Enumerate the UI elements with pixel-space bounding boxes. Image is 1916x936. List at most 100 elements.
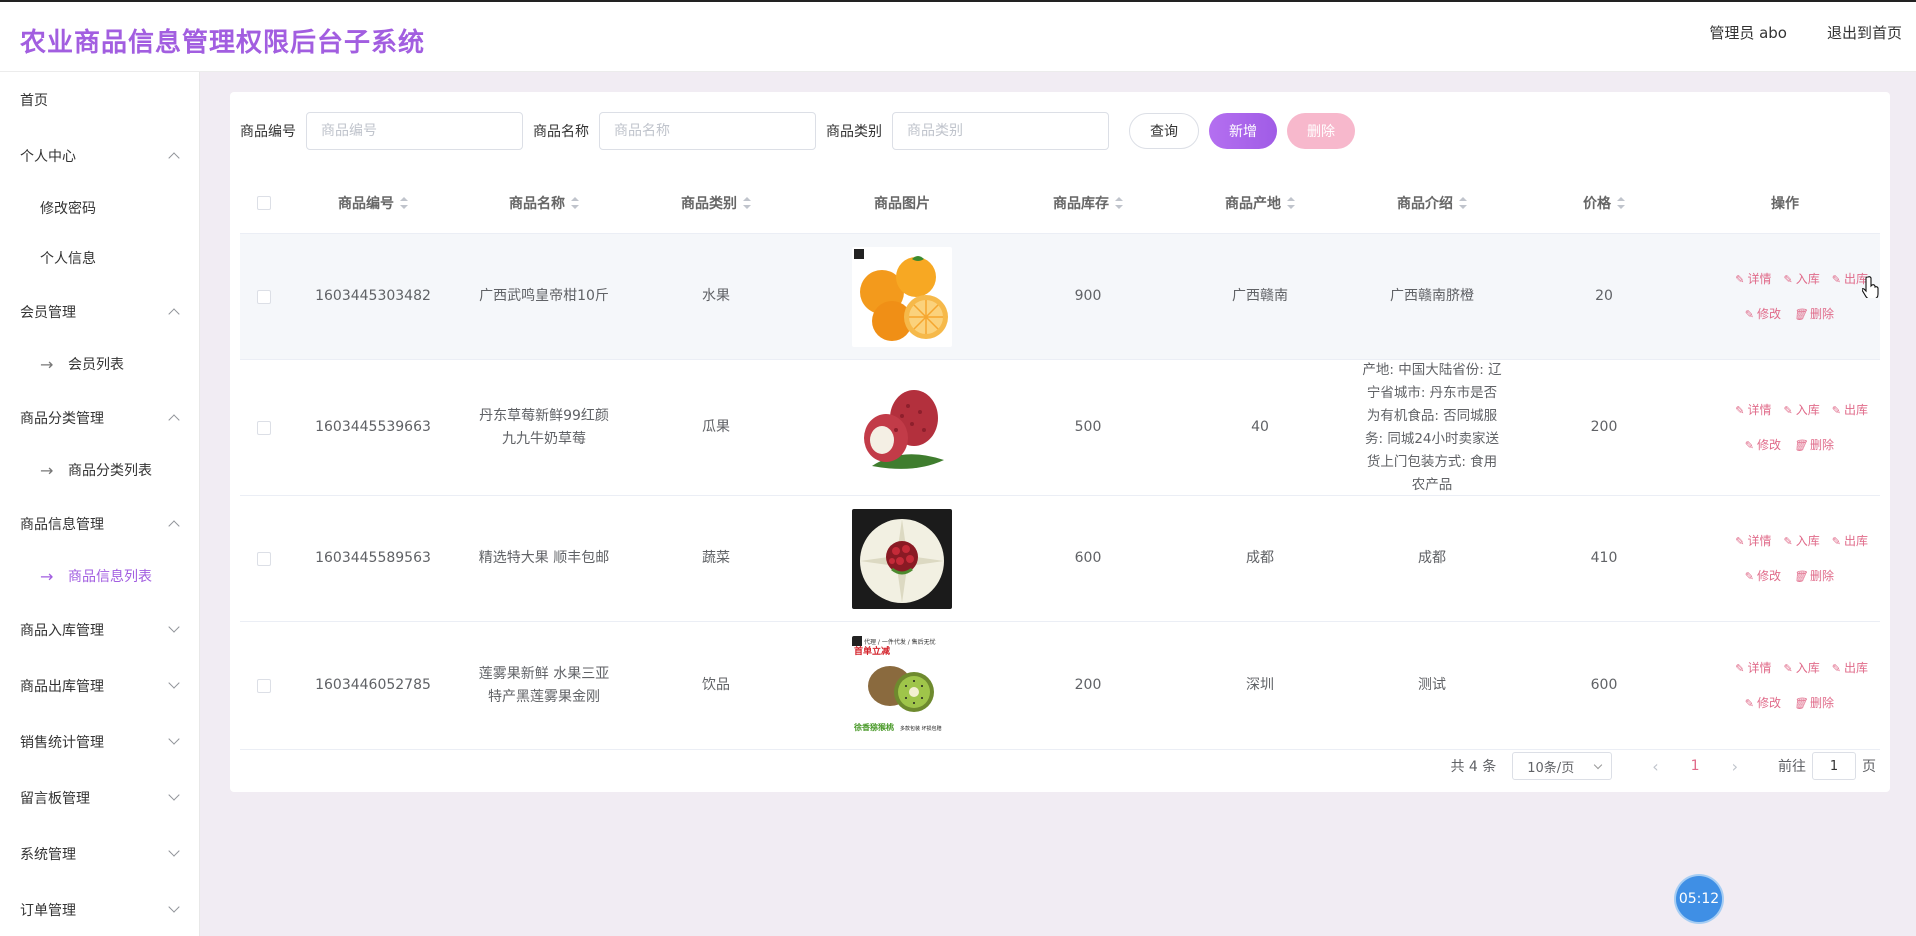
sidebar-item-board-mgmt[interactable]: 留言板管理	[0, 778, 200, 818]
edit-pen-icon: ✎	[1831, 661, 1841, 675]
inbound-button[interactable]: ✎ 入库	[1784, 530, 1820, 553]
kiwi-banner-top: 代理 / 一件代发 / 售后无忧	[864, 638, 936, 646]
ops-line: ✎ 修改 🗑 删除	[1745, 434, 1834, 457]
trash-icon: 🗑	[1793, 569, 1807, 583]
chevron-down-icon	[1594, 760, 1603, 770]
edit-button[interactable]: ✎ 修改	[1745, 692, 1781, 715]
row-delete-button[interactable]: 🗑 删除	[1793, 565, 1834, 588]
row-select-cell	[240, 234, 288, 359]
sidebar-item-category-list[interactable]: → 商品分类列表	[0, 450, 200, 490]
product-image-kiwi[interactable]: 代理 / 一件代发 / 售后无忧 首单立减 徐香猕猴桃 多款包装 坏损包赔	[852, 635, 952, 736]
outbound-button[interactable]: ✎ 出库	[1832, 530, 1868, 553]
sidebar-item-label: 订单管理	[20, 903, 76, 919]
query-button[interactable]: 查询	[1129, 113, 1199, 149]
edit-pen-icon: ✎	[1735, 534, 1745, 548]
code-input[interactable]	[306, 112, 523, 150]
arrow-right-icon: →	[40, 566, 54, 586]
row-delete-button[interactable]: 🗑 删除	[1793, 303, 1834, 326]
sidebar-item-personal[interactable]: 个人中心	[0, 136, 200, 176]
table-row[interactable]: 1603446052785 莲雾果新鲜 水果三亚特产黑莲雾果金刚 饮品 代理 /…	[240, 622, 1880, 750]
prev-page-button[interactable]: ‹	[1652, 757, 1658, 776]
cell-image	[802, 234, 1002, 359]
code-label: 商品编号	[240, 124, 296, 140]
col-code[interactable]: 商品编号	[288, 172, 458, 234]
row-checkbox[interactable]	[257, 678, 271, 693]
row-checkbox[interactable]	[257, 420, 271, 435]
sidebar-item-member-list[interactable]: → 会员列表	[0, 344, 200, 384]
op-label: 修改	[1757, 568, 1782, 583]
name-input[interactable]	[599, 112, 816, 150]
table-row[interactable]: 1603445303482 广西武鸣皇帝柑10斤 水果 900 广西赣南 广西赣…	[240, 234, 1880, 360]
select-all-checkbox[interactable]	[257, 196, 271, 210]
sidebar-item-sales-mgmt[interactable]: 销售统计管理	[0, 722, 200, 762]
ops-line: ✎ 详情 ✎ 入库 ✎ 出库	[1735, 657, 1868, 680]
chevron-up-icon	[168, 520, 180, 532]
ops-group: ✎ 详情 ✎ 入库 ✎ 出库 ✎ 修改 🗑 删除	[1735, 530, 1868, 588]
table-row[interactable]: 1603445589563 精选特大果 顺丰包邮 蔬菜 600 成都 成都 41…	[240, 496, 1880, 622]
op-label: 详情	[1747, 271, 1772, 286]
edit-button[interactable]: ✎ 修改	[1745, 303, 1781, 326]
sort-icon	[400, 197, 408, 209]
row-checkbox[interactable]	[257, 289, 271, 304]
page-number-1[interactable]: 1	[1691, 758, 1700, 774]
product-image-melon[interactable]	[852, 508, 952, 609]
goto-page-input[interactable]	[1812, 752, 1856, 780]
detail-button[interactable]: ✎ 详情	[1735, 530, 1771, 553]
sidebar-item-goods-list[interactable]: → 商品信息列表	[0, 556, 200, 596]
sidebar-item-label: 商品出库管理	[20, 679, 104, 695]
outbound-button[interactable]: ✎ 出库	[1832, 657, 1868, 680]
detail-button[interactable]: ✎ 详情	[1735, 399, 1771, 422]
edit-pen-icon: ✎	[1744, 438, 1754, 452]
delete-button[interactable]: 删除	[1287, 113, 1355, 149]
col-category[interactable]: 商品类别	[630, 172, 802, 234]
sidebar-item-home[interactable]: 首页	[0, 80, 200, 120]
sort-icon	[1617, 197, 1625, 209]
col-name[interactable]: 商品名称	[458, 172, 630, 234]
sidebar-item-category-mgmt[interactable]: 商品分类管理	[0, 398, 200, 438]
edit-pen-icon: ✎	[1783, 661, 1793, 675]
detail-button[interactable]: ✎ 详情	[1735, 268, 1771, 291]
product-image-orange[interactable]	[852, 246, 952, 347]
row-checkbox[interactable]	[257, 551, 271, 566]
col-intro[interactable]: 商品介绍	[1346, 172, 1518, 234]
sidebar-item-inbound-mgmt[interactable]: 商品入库管理	[0, 610, 200, 650]
add-button[interactable]: 新增	[1209, 113, 1277, 149]
current-user[interactable]: 管理员 abo	[1709, 22, 1787, 43]
ops-line: ✎ 详情 ✎ 入库 ✎ 出库	[1735, 268, 1868, 291]
detail-button[interactable]: ✎ 详情	[1735, 657, 1771, 680]
sidebar-item-member-mgmt[interactable]: 会员管理	[0, 292, 200, 332]
sidebar-item-outbound-mgmt[interactable]: 商品出库管理	[0, 666, 200, 706]
category-input[interactable]	[892, 112, 1109, 150]
table-row[interactable]: 1603445539663 丹东草莓新鲜99红颜九九牛奶草莓 瓜果 500 40	[240, 360, 1880, 496]
row-delete-button[interactable]: 🗑 删除	[1793, 692, 1834, 715]
col-price[interactable]: 价格	[1518, 172, 1690, 234]
row-delete-button[interactable]: 🗑 删除	[1793, 434, 1834, 457]
sidebar-item-order-mgmt[interactable]: 订单管理	[0, 890, 200, 930]
op-label: 修改	[1757, 695, 1782, 710]
sidebar-item-goods-mgmt[interactable]: 商品信息管理	[0, 504, 200, 544]
edit-button[interactable]: ✎ 修改	[1745, 434, 1781, 457]
sidebar-item-change-password[interactable]: 修改密码	[0, 188, 200, 228]
sidebar-item-personal-info[interactable]: 个人信息	[0, 238, 200, 278]
op-label: 出库	[1843, 660, 1868, 675]
next-page-button[interactable]: ›	[1732, 757, 1738, 776]
col-image: 商品图片	[802, 172, 1002, 234]
product-image-lychee[interactable]	[852, 377, 952, 478]
inbound-button[interactable]: ✎ 入库	[1784, 399, 1820, 422]
timer-badge[interactable]: 05:12	[1676, 876, 1722, 922]
col-price-label: 价格	[1583, 196, 1611, 212]
inbound-button[interactable]: ✎ 入库	[1784, 268, 1820, 291]
col-origin[interactable]: 商品产地	[1174, 172, 1346, 234]
page-size-select[interactable]: 10条/页	[1512, 752, 1613, 780]
col-stock[interactable]: 商品库存	[1002, 172, 1174, 234]
col-ops-label: 操作	[1771, 196, 1799, 212]
ops-line: ✎ 修改 🗑 删除	[1745, 692, 1834, 715]
inbound-button[interactable]: ✎ 入库	[1784, 657, 1820, 680]
cell-origin: 40	[1251, 419, 1269, 435]
edit-button[interactable]: ✎ 修改	[1745, 565, 1781, 588]
exit-to-home-link[interactable]: 退出到首页	[1827, 22, 1902, 43]
outbound-button[interactable]: ✎ 出库	[1832, 399, 1868, 422]
sidebar-item-system-mgmt[interactable]: 系统管理	[0, 834, 200, 874]
cell-stock: 200	[1074, 677, 1102, 693]
col-origin-label: 商品产地	[1225, 196, 1281, 212]
